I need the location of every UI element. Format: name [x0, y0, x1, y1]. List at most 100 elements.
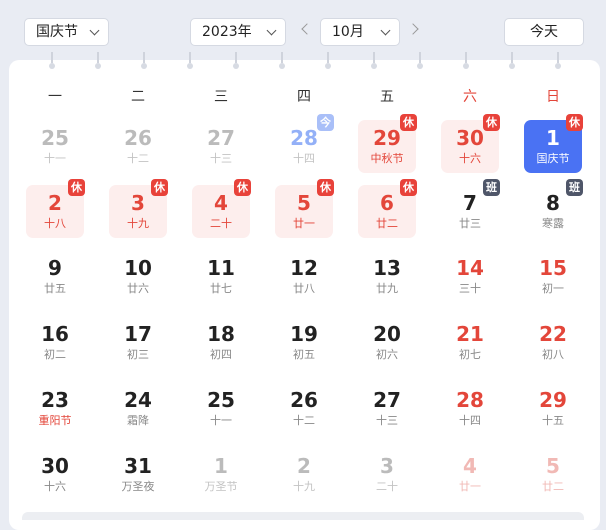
next-month-icon[interactable]	[407, 23, 419, 35]
lunar-date: 十一	[210, 414, 232, 427]
weekday-header: 一二三四五六日	[9, 86, 600, 106]
day-cell[interactable]: 14 三十	[441, 250, 499, 303]
day-number: 9	[48, 256, 62, 280]
day-cell[interactable]: 27 十三	[192, 120, 250, 173]
holiday-badge: 休	[151, 179, 168, 196]
year-select-value: 2023年	[202, 24, 252, 40]
holiday-badge: 休	[566, 114, 583, 131]
day-number: 1	[214, 454, 228, 478]
day-cell[interactable]: 4 廿一	[441, 448, 499, 501]
day-cell[interactable]: 19 初五	[275, 316, 333, 369]
day-number: 27	[207, 126, 235, 150]
weekday-label: 日	[546, 89, 560, 105]
holiday-select[interactable]: 国庆节	[24, 18, 109, 46]
prev-month-icon[interactable]	[301, 23, 313, 35]
day-cell[interactable]: 8 寒露班	[524, 179, 583, 238]
day-number: 30	[41, 454, 69, 478]
binder-ring	[463, 52, 469, 69]
lunar-date: 廿二	[542, 480, 564, 493]
day-cell[interactable]: 1 万圣节	[192, 448, 250, 501]
lunar-date: 十二	[127, 152, 149, 165]
lunar-date: 初八	[542, 348, 564, 361]
chevron-down-icon	[380, 25, 391, 36]
day-cell[interactable]: 15 初一	[524, 250, 582, 303]
day-cell[interactable]: 10 廿六	[109, 250, 167, 303]
lunar-date: 初二	[44, 348, 66, 361]
day-cell[interactable]: 1 国庆节休	[524, 114, 583, 173]
year-select[interactable]: 2023年	[190, 18, 286, 46]
day-cell[interactable]: 2 十八休	[26, 179, 85, 238]
day-cell[interactable]: 2 十九	[275, 448, 333, 501]
day-cell[interactable]: 3 二十	[358, 448, 416, 501]
lunar-date: 万圣夜	[121, 480, 155, 493]
month-select-value: 10月	[332, 24, 364, 40]
day-cell[interactable]: 13 廿九	[358, 250, 416, 303]
day-cell[interactable]: 9 廿五	[26, 250, 84, 303]
lunar-date: 十三	[210, 152, 232, 165]
day-cell[interactable]: 5 廿二	[524, 448, 582, 501]
day-cell[interactable]: 26 十二	[275, 382, 333, 435]
day-cell[interactable]: 11 廿七	[192, 250, 250, 303]
day-cell[interactable]: 28 十四	[441, 382, 499, 435]
day-number: 23	[41, 388, 69, 412]
binder-ring	[141, 52, 147, 69]
lunar-date: 廿六	[127, 282, 149, 295]
day-cell[interactable]: 17 初三	[109, 316, 167, 369]
day-cell[interactable]: 12 廿八	[275, 250, 333, 303]
day-cell[interactable]: 16 初二	[26, 316, 84, 369]
day-number: 28	[456, 388, 484, 412]
day-number: 22	[539, 322, 567, 346]
day-cell[interactable]: 31 万圣夜	[109, 448, 167, 501]
holiday-badge: 休	[483, 114, 500, 131]
day-cell[interactable]: 5 廿一休	[275, 179, 334, 238]
lunar-date: 廿三	[459, 217, 481, 230]
lunar-date: 霜降	[127, 414, 149, 427]
day-cell[interactable]: 4 二十休	[192, 179, 251, 238]
day-cell[interactable]: 6 廿二休	[358, 179, 417, 238]
binder-ring	[233, 52, 239, 69]
lunar-date: 十一	[44, 152, 66, 165]
lunar-date: 廿九	[376, 282, 398, 295]
day-number: 31	[124, 454, 152, 478]
calendar-card: 一二三四五六日 25 十一 26 十二 27 十三 28 十四今 29 中秋节休 30 十六休 1 国庆节…	[9, 52, 600, 530]
lunar-date: 初三	[127, 348, 149, 361]
day-cell[interactable]: 30 十六休	[441, 114, 500, 173]
day-cell[interactable]: 24 霜降	[109, 382, 167, 435]
today-badge: 今	[317, 114, 334, 131]
day-number: 11	[207, 256, 235, 280]
lunar-date: 初七	[459, 348, 481, 361]
binder-ring	[371, 52, 377, 69]
day-cell[interactable]: 3 十九休	[109, 179, 168, 238]
chevron-down-icon	[89, 25, 100, 36]
day-cell[interactable]: 22 初八	[524, 316, 582, 369]
day-cell[interactable]: 7 廿三班	[441, 179, 500, 238]
holiday-badge: 休	[317, 179, 334, 196]
day-cell[interactable]: 21 初七	[441, 316, 499, 369]
day-cell[interactable]: 27 十三	[358, 382, 416, 435]
lunar-date: 十六	[459, 152, 481, 165]
lunar-date: 十三	[376, 414, 398, 427]
day-number: 26	[290, 388, 318, 412]
month-select[interactable]: 10月	[320, 18, 400, 46]
day-cell[interactable]: 23 重阳节	[26, 382, 84, 435]
day-cell[interactable]: 20 初六	[358, 316, 416, 369]
lunar-date: 十二	[293, 414, 315, 427]
day-cell[interactable]: 18 初四	[192, 316, 250, 369]
day-cell[interactable]: 25 十一	[26, 120, 84, 173]
day-number: 2	[297, 454, 311, 478]
lunar-date: 二十	[376, 480, 398, 493]
day-cell[interactable]: 25 十一	[192, 382, 250, 435]
lunar-date: 中秋节	[370, 152, 404, 165]
day-cell[interactable]: 29 中秋节休	[358, 114, 417, 173]
today-button[interactable]: 今天	[504, 18, 584, 46]
lunar-date: 初四	[210, 348, 232, 361]
lunar-date: 十六	[44, 480, 66, 493]
day-cell[interactable]: 29 十五	[524, 382, 582, 435]
holiday-badge: 休	[234, 179, 251, 196]
lunar-date: 寒露	[542, 217, 564, 230]
binder-ring	[279, 52, 285, 69]
day-cell[interactable]: 30 十六	[26, 448, 84, 501]
lunar-date: 十四	[459, 414, 481, 427]
day-cell[interactable]: 28 十四今	[275, 114, 334, 173]
day-cell[interactable]: 26 十二	[109, 120, 167, 173]
